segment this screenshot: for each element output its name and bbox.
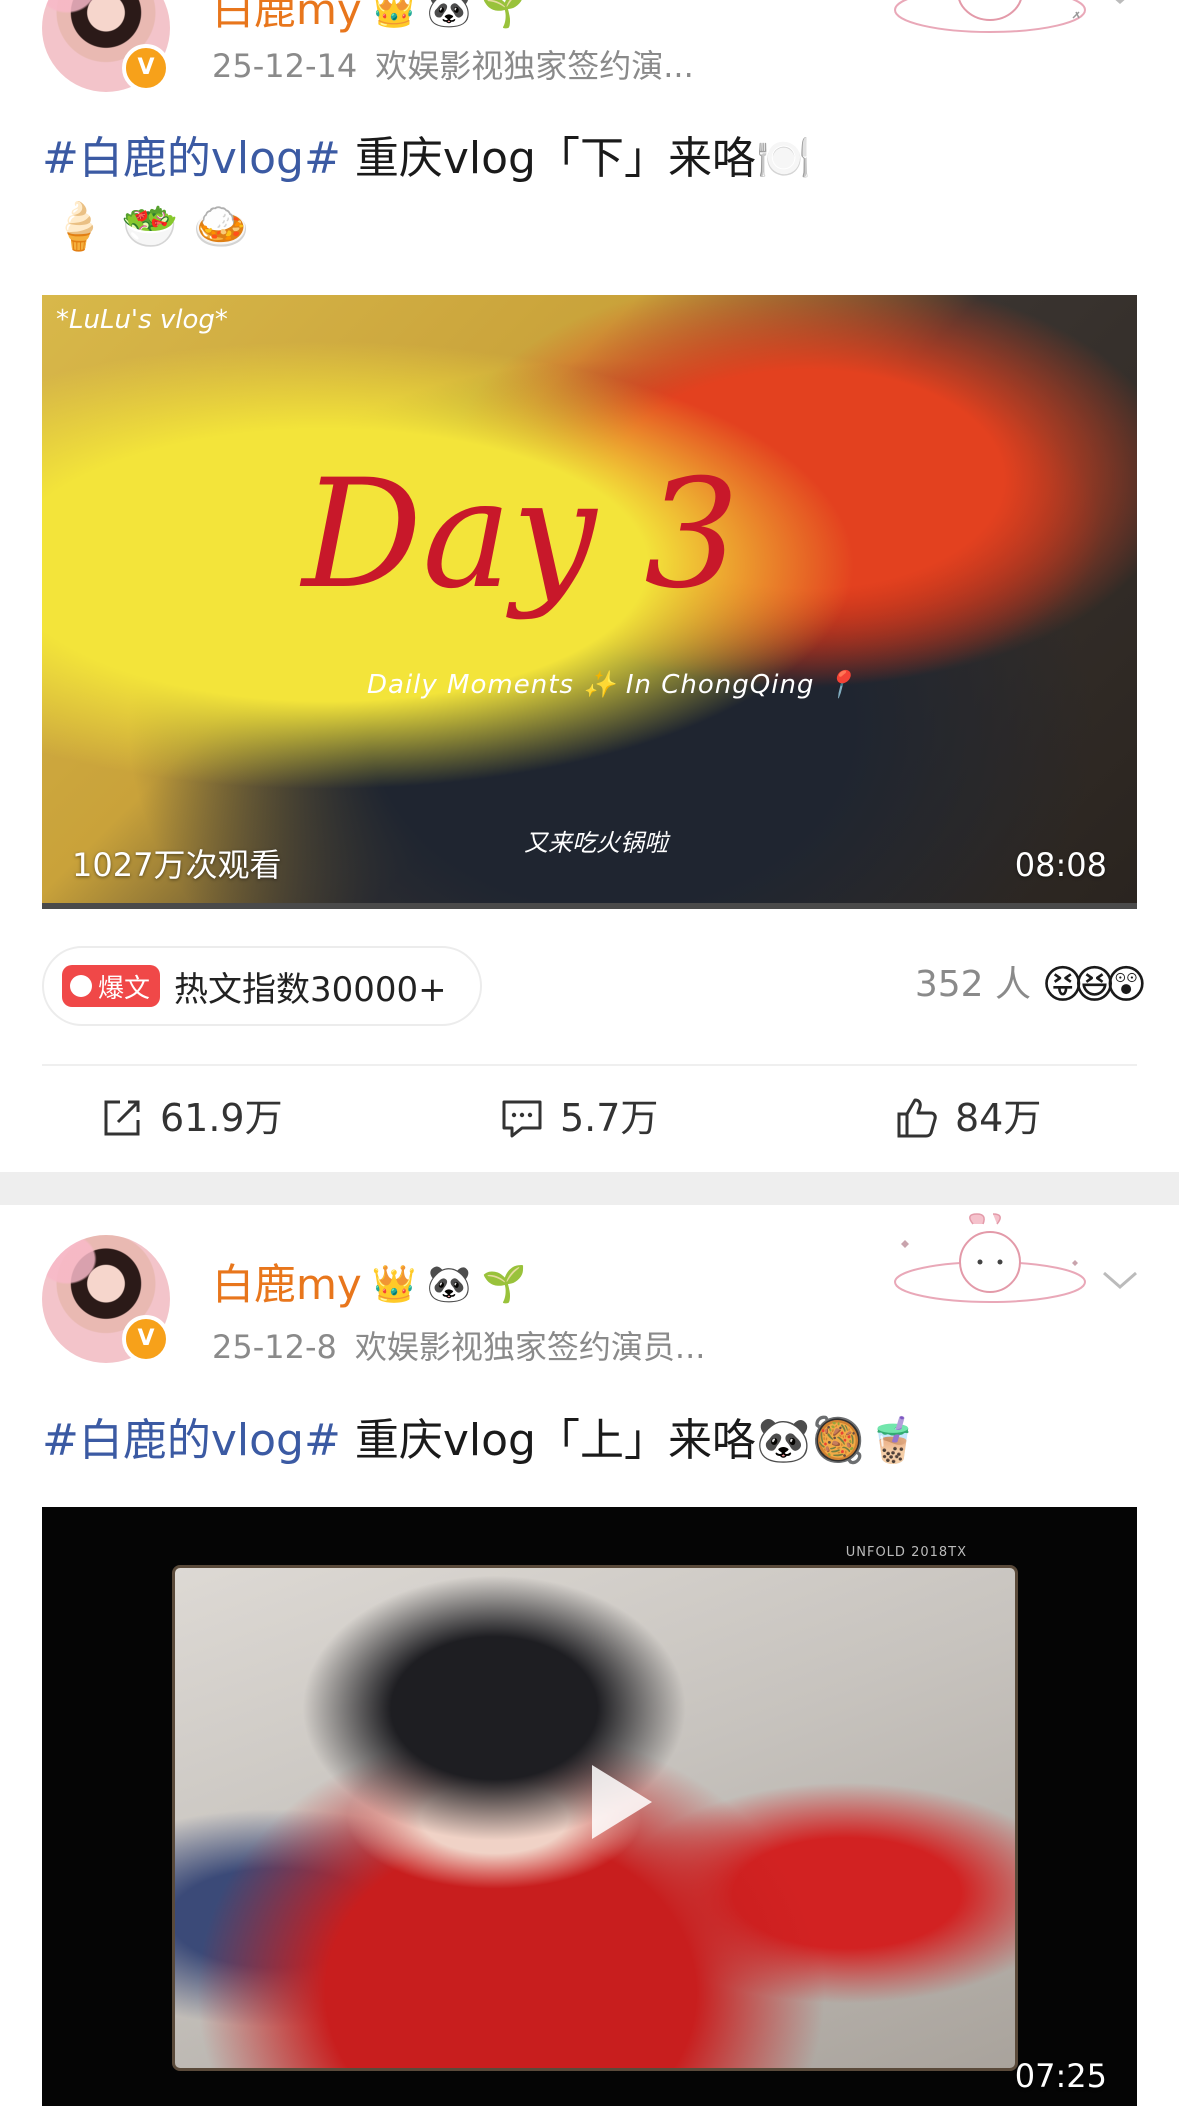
- comment-button[interactable]: 5.7万: [500, 1090, 658, 1146]
- post-caption: #白鹿的vlog# 重庆vlog「上」来咯🐼🥘🧋: [42, 1410, 920, 1472]
- hot-badge-label: 爆文: [98, 973, 151, 1004]
- video-player[interactable]: UNFOLD 2018TX 07:25: [42, 1507, 1137, 2106]
- nickname[interactable]: 白鹿my: [212, 0, 362, 38]
- post-date: 25-12-8: [212, 1328, 337, 1366]
- fire-icon: [70, 975, 92, 997]
- bunny-decoration-icon: [894, 1213, 1086, 1303]
- sprout-icon: 🌱: [481, 1264, 527, 1305]
- nickname[interactable]: 白鹿my: [212, 1257, 362, 1313]
- repost-button[interactable]: 61.9万: [100, 1090, 283, 1146]
- repost-count: 61.9万: [160, 1096, 283, 1140]
- action-bar: 61.9万 5.7万 84万: [0, 1090, 1179, 1146]
- nickname-row: 白鹿my 👑 🐼 🌱: [212, 0, 526, 38]
- comment-icon: [502, 1100, 542, 1138]
- like-button[interactable]: 84万: [895, 1090, 1041, 1146]
- post-source: 欢娱影视独家签约演员...: [354, 1328, 706, 1366]
- hot-index-pill[interactable]: 爆文 热文指数30000+: [42, 946, 482, 1026]
- feed-post-1: V 白鹿my 👑 🐼 🌱 25-12-14 欢娱影视独家签约演... #白鹿的vl…: [0, 0, 1179, 1172]
- post-meta: 25-12-8 欢娱影视独家签约演员...: [212, 1325, 705, 1369]
- nickname-row: 白鹿my 👑 🐼 🌱: [212, 1257, 526, 1313]
- verified-badge-icon: V: [122, 1315, 170, 1363]
- video-subtitle-en: Daily Moments ✨ In ChongQing 📍: [367, 670, 858, 700]
- feed-separator: [0, 1172, 1179, 1205]
- chevron-down-icon[interactable]: [1100, 0, 1140, 10]
- post-date: 25-12-14: [212, 47, 358, 85]
- caption-emoji-line: 🍦🥗🍛: [50, 199, 264, 253]
- video-duration: 07:25: [1014, 2057, 1107, 2095]
- sprout-icon: 🌱: [481, 0, 527, 30]
- post-source: 欢娱影视独家签约演...: [375, 47, 694, 85]
- film-code-text: UNFOLD 2018TX: [845, 1545, 967, 1560]
- caption-text: 重庆vlog「下」来咯🍽️: [340, 133, 811, 184]
- video-title-overlay: Day 3: [302, 448, 740, 622]
- reaction-count[interactable]: 352 人: [915, 960, 1031, 1010]
- comment-count: 5.7万: [560, 1096, 659, 1140]
- chevron-down-icon[interactable]: [1100, 1265, 1140, 1295]
- video-progress-bar: [42, 903, 1137, 909]
- like-count: 84万: [955, 1096, 1042, 1140]
- video-duration: 08:08: [1014, 846, 1107, 884]
- hot-index-text: 热文指数30000+: [174, 969, 447, 1010]
- topic-link[interactable]: #白鹿的vlog#: [42, 1415, 341, 1466]
- bunny-decoration-icon: [894, 0, 1086, 33]
- divider: [42, 1064, 1137, 1066]
- video-subtitle-cn: 又来吃火锅啦: [524, 829, 668, 857]
- view-count: 1027万次观看: [72, 846, 282, 884]
- crown-icon: 👑: [371, 1264, 417, 1305]
- reaction-emojis[interactable]: 😝😆😲: [1042, 960, 1147, 1010]
- panda-icon: 🐼: [426, 0, 472, 30]
- video-corner-text: *LuLu's vlog*: [56, 305, 228, 335]
- verified-badge-icon: V: [122, 44, 170, 92]
- avatar[interactable]: V: [42, 1235, 170, 1363]
- hot-badge: 爆文: [62, 965, 161, 1007]
- avatar[interactable]: V: [42, 0, 170, 92]
- crown-icon: 👑: [371, 0, 417, 30]
- panda-icon: 🐼: [426, 1264, 472, 1305]
- play-icon[interactable]: [562, 1747, 672, 1857]
- repost-icon: [104, 1100, 140, 1136]
- post-meta: 25-12-14 欢娱影视独家签约演...: [212, 44, 694, 88]
- caption-text: 重庆vlog「上」来咯🐼🥘🧋: [340, 1415, 921, 1466]
- thumbs-up-icon: [897, 1098, 937, 1138]
- video-player[interactable]: *LuLu's vlog* Day 3 Daily Moments ✨ In C…: [42, 295, 1137, 909]
- post-caption: #白鹿的vlog# 重庆vlog「下」来咯🍽️: [42, 128, 811, 190]
- topic-link[interactable]: #白鹿的vlog#: [42, 133, 341, 184]
